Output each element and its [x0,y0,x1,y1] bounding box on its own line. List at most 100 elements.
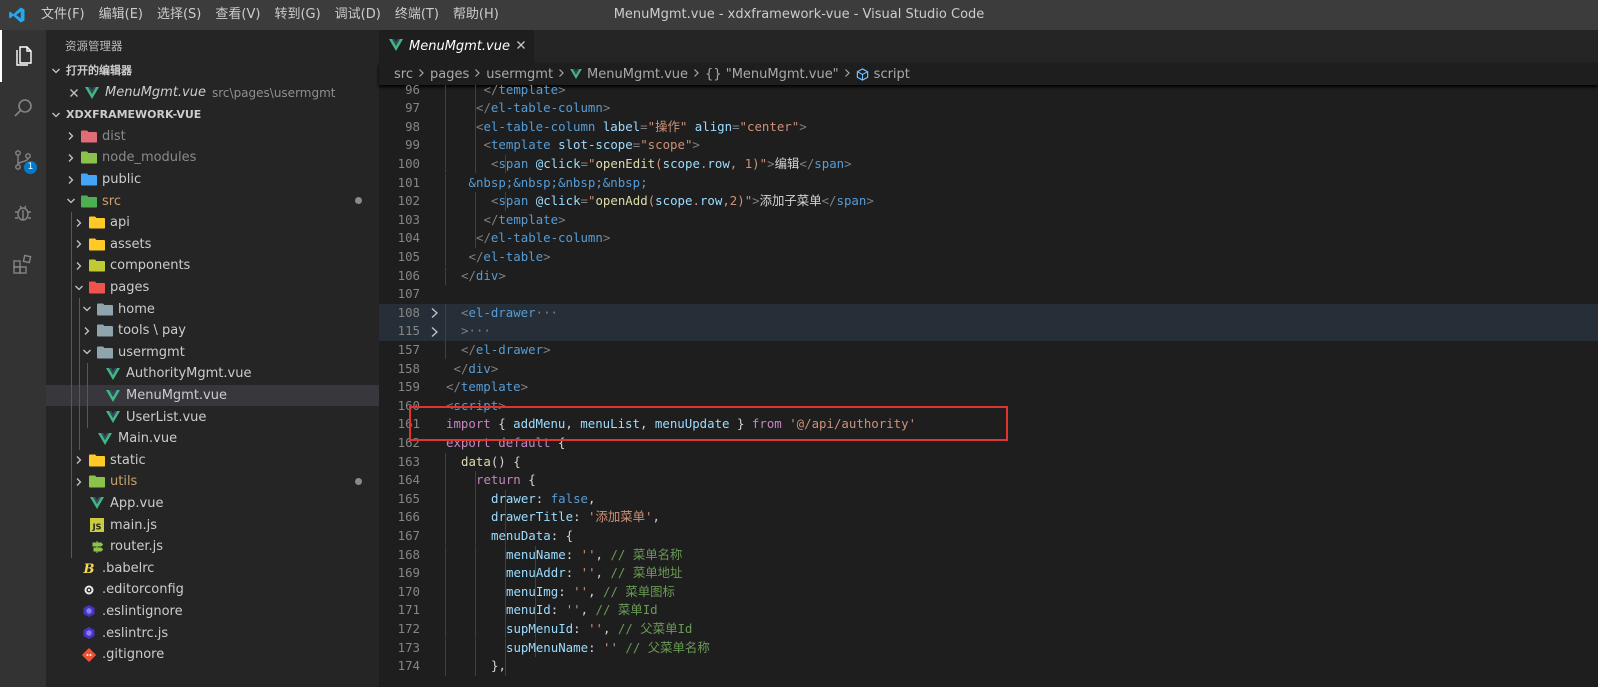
twistie-spacer [87,366,103,382]
folder-item[interactable]: tools \ pay [46,319,379,342]
menu-item[interactable]: 编辑(E) [92,0,150,30]
folder-item[interactable]: assets [46,233,379,256]
code-line[interactable]: 169 menuAddr: '', // 菜单地址 [379,564,1598,583]
tab-menumgmt[interactable]: MenuMgmt.vue [379,30,534,63]
menu-item[interactable]: 文件(F) [34,0,92,30]
file-item[interactable]: .eslintignore [46,601,379,623]
fold-chevron-right-icon[interactable] [427,322,441,341]
folder-item[interactable]: static [46,449,379,472]
code-line[interactable]: 106 </div> [379,266,1598,286]
chevron-right-icon [71,452,87,468]
file-item[interactable]: router.js [46,535,379,558]
folder-item[interactable]: node_modules [46,147,379,169]
code-token: el-table-column [483,118,596,134]
debug-activity-icon[interactable] [0,186,46,238]
folder-item[interactable]: src [46,190,379,212]
code-line[interactable]: 101 &nbsp;&nbsp;&nbsp;&nbsp; [379,173,1598,193]
folder-item[interactable]: public [46,169,379,191]
indent-guide [71,427,72,450]
breadcrumb-item[interactable]: src [394,67,413,82]
code-token: { [520,472,536,488]
code-line[interactable]: 100 <span @click="openEdit(scope.row, 1)"… [379,154,1598,174]
folder-item[interactable]: dist [46,126,379,148]
code-line[interactable]: 165 drawer: false, [379,489,1598,509]
code-line[interactable]: 173 supMenuName: '' // 父菜单名称 [379,638,1598,658]
indent-guide [71,514,72,537]
file-item[interactable]: .eslintrc.js [46,622,379,644]
folder-item[interactable]: components [46,255,379,278]
file-item[interactable]: .editorconfig [46,579,379,601]
close-icon[interactable] [66,85,82,101]
code-line[interactable]: 97 </el-table-column> [379,99,1598,118]
code-token: // 菜单地址 [610,565,683,581]
code-line[interactable]: 174}, [379,657,1598,676]
breadcrumb-item[interactable]: pages [430,67,469,82]
code-token: , [588,490,596,506]
indent-guide [445,545,446,565]
tree-item-label: main.js [110,517,157,533]
folder-static-icon [89,452,105,468]
breadcrumb-item[interactable]: {} "MenuMgmt.vue" [705,67,839,82]
menu-item[interactable]: 选择(S) [150,0,208,30]
fold-chevron-right-icon[interactable] [427,304,441,323]
indent-guide [71,233,72,256]
close-icon[interactable] [516,39,526,54]
code-line[interactable]: 107 [379,285,1598,304]
code-line[interactable]: 108 <el-drawer··· [379,303,1598,323]
line-number: 158 [397,360,420,376]
code-line[interactable]: 170 menuImg: '', // 菜单图标 [379,582,1598,602]
open-editor-item[interactable]: MenuMgmt.vue src\pages\usermgmt [46,82,379,104]
file-item[interactable]: B .babelrc [46,557,379,579]
code-line[interactable]: 99 <template slot-scope="scope"> [379,136,1598,155]
code-editor[interactable]: 96 </template> 97 </el-table-column> 98 <el-t… [379,85,1598,687]
breadcrumb-item[interactable]: MenuMgmt.vue [570,67,688,82]
code-token: // 菜单名称 [610,546,683,562]
file-item[interactable]: Main.vue [46,427,379,450]
code-token: span [814,155,845,171]
breadcrumb-item[interactable]: script [856,67,910,82]
code-line[interactable]: 102 <span @click="openAdd(scope.row,2)">添… [379,192,1598,211]
code-token: > [490,360,499,376]
menu-item[interactable]: 帮助(H) [446,0,506,30]
code-line[interactable]: 166 drawerTitle: '添加菜单', [379,508,1598,527]
code-line[interactable]: 171 menuId: '', // 菜单Id [379,601,1598,620]
menu-item[interactable]: 转到(G) [267,0,327,30]
code-line[interactable]: 172 supMenuId: '', // 父菜单Id [379,619,1598,639]
file-item[interactable]: App.vue [46,492,379,515]
source-control-activity-icon[interactable]: 1 [0,134,46,186]
code-line[interactable]: 103 </template> [379,210,1598,230]
code-line[interactable]: 167 menuData: { [379,526,1598,546]
code-line[interactable]: 168 menuName: '', // 菜单名称 [379,545,1598,565]
menu-item[interactable]: 终端(T) [388,0,446,30]
folder-item[interactable]: usermgmt [46,341,379,364]
project-header[interactable]: XDXFRAMEWORK-VUE [46,104,379,126]
code-line[interactable]: 96 </template> [379,85,1598,100]
code-line[interactable]: 163 data() { [379,452,1598,472]
extensions-activity-icon[interactable] [0,238,46,290]
chevron-right-icon [63,128,79,144]
search-activity-icon[interactable] [0,82,46,134]
code-line[interactable]: 104 </el-table-column> [379,229,1598,248]
file-item[interactable]: JS main.js [46,514,379,537]
code-line[interactable]: 157 </el-drawer> [379,340,1598,360]
menu-item[interactable]: 查看(V) [208,0,267,30]
file-item[interactable]: MenuMgmt.vue [46,384,379,407]
explorer-activity-icon[interactable] [0,30,46,82]
file-item[interactable]: AuthorityMgmt.vue [46,363,379,386]
folder-item[interactable]: pages [46,276,379,299]
file-item[interactable]: .gitignore [46,644,379,666]
code-line[interactable]: 115 >··· [379,322,1598,341]
code-token: : [558,583,574,599]
open-editors-header[interactable]: 打开的编辑器 [46,60,379,82]
code-line[interactable]: 159 </template> [379,378,1598,397]
folder-item[interactable]: utils [46,471,379,494]
code-line[interactable]: 158 </div> [379,360,1598,379]
folder-item[interactable]: home [46,298,379,321]
breadcrumb-item[interactable]: usermgmt [486,67,553,82]
code-line[interactable]: 98 <el-table-column label="操作" align="cen… [379,117,1598,137]
code-line[interactable]: 164 return { [379,471,1598,490]
code-line[interactable]: 105 </el-table> [379,247,1598,267]
folder-item[interactable]: api [46,211,379,234]
menu-item[interactable]: 调试(D) [328,0,388,30]
file-item[interactable]: UserList.vue [46,406,379,429]
